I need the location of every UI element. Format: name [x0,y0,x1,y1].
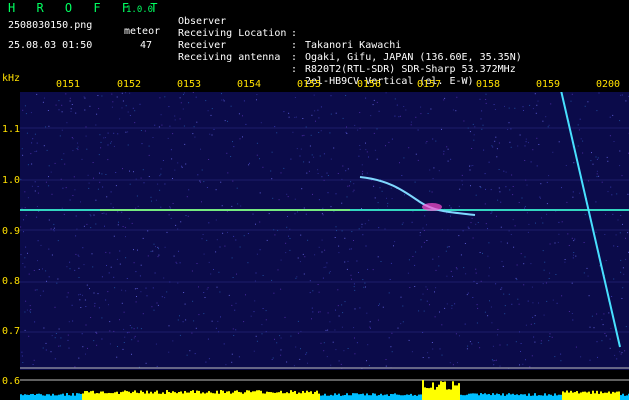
info-colon: : [291,64,298,75]
app-version: 1.0.0 [126,5,154,15]
info-colon: : [291,52,298,63]
info-row-antenna: Receiving antenna : 2el-HB9CV Vertical (… [178,40,474,100]
meteor-echo-blob [422,203,442,211]
file-name: 2508030150.png [8,20,93,31]
time-tick-label: 0159 [536,79,561,90]
info-colon: : [291,28,298,39]
capture-datetime: 25.08.03 01:50 [8,40,93,51]
time-tick-label: 0157 [417,79,442,90]
grid-lines [20,127,629,333]
meteor-count: 47 [140,40,153,51]
power-columns [20,380,629,400]
meteor-label: meteor [124,26,161,37]
frequency-tick-label: 0.8 [2,276,21,287]
frequency-tick-label: 0.9 [2,226,21,237]
frequency-unit-label: kHz [2,73,21,84]
info-label: Receiving antenna [178,52,281,63]
time-tick-label: 0156 [357,79,382,90]
doppler-sweep-line [560,92,621,348]
spectrogram-plot [20,92,629,370]
time-tick-label: 0151 [56,79,81,90]
time-tick-label: 0152 [117,79,142,90]
info-value: 2el-HB9CV Vertical (el. E-W) [305,76,474,87]
info-value: R820T2(RTL-SDR) SDR-Sharp 53.372MHz [305,64,516,75]
time-tick-label: 0200 [596,79,621,90]
frequency-tick-label: 0.6 [2,376,21,387]
time-tick-label: 0158 [476,79,501,90]
time-tick-label: 0155 [297,79,322,90]
info-colon: : [291,40,298,51]
info-value: Takanori Kawachi [305,40,402,51]
time-tick-label: 0154 [237,79,262,90]
signal-power-bar [20,372,629,400]
time-tick-label: 0153 [177,79,202,90]
hrofft-window: H R O F F T 1.0.0 2508030150.png 25.08.0… [0,0,629,400]
frequency-tick-label: 0.7 [2,326,21,337]
frequency-tick-label: 1.1 [2,124,21,135]
info-value: Ogaki, Gifu, JAPAN (136.60E, 35.35N) [305,52,522,63]
frequency-tick-label: 1.0 [2,175,21,186]
